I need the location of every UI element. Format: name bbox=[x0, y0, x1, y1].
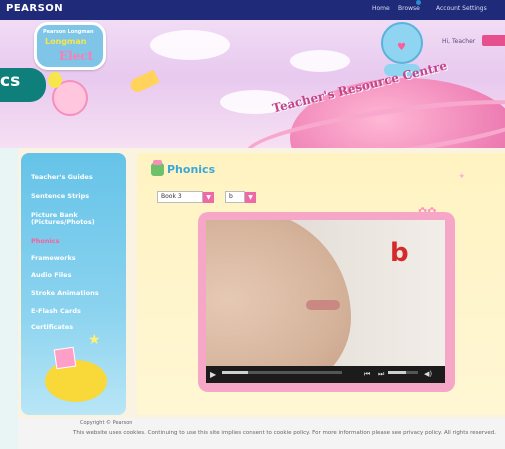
logo-longman-text: Longman bbox=[45, 37, 87, 46]
pink-mascot-icon bbox=[48, 72, 88, 116]
sidebar-item-stroke-animations[interactable]: Stroke Animations bbox=[31, 290, 99, 297]
star-icon: ★ bbox=[88, 332, 101, 348]
progress-bar[interactable] bbox=[222, 371, 342, 374]
letter-select[interactable]: b ▼ bbox=[225, 191, 256, 203]
forward-icon[interactable]: ⏭ bbox=[378, 370, 384, 379]
book-select[interactable]: Book 3 ▼ bbox=[157, 191, 214, 203]
gift-box-decoration bbox=[53, 346, 77, 370]
browse-link[interactable]: Browse bbox=[398, 5, 420, 12]
progress-fill bbox=[222, 371, 249, 374]
rocket-icon bbox=[128, 69, 160, 95]
logout-button[interactable] bbox=[482, 35, 505, 46]
chevron-down-icon[interactable]: ▼ bbox=[245, 192, 256, 203]
cloud-decoration bbox=[150, 30, 230, 60]
logo-publisher-text: Pearson Longman bbox=[43, 29, 94, 35]
logo-elect-text: Elect bbox=[59, 49, 94, 63]
section-tab-label: cs bbox=[0, 71, 21, 91]
volume-slider[interactable] bbox=[388, 371, 418, 374]
page-title: Phonics bbox=[167, 163, 216, 176]
video-letter: b bbox=[390, 238, 409, 268]
sidebar-item-picture-bank[interactable]: Picture Bank (Pictures/Photos) bbox=[31, 212, 111, 226]
sidebar-item-audio-files[interactable]: Audio Files bbox=[31, 272, 71, 279]
blue-mascot-icon: ♥ bbox=[381, 22, 423, 64]
footer-copyright: Copyright © Pearson bbox=[80, 420, 133, 426]
rewind-icon[interactable]: ⏮ bbox=[364, 370, 370, 379]
pearson-logo[interactable]: PEARSON bbox=[6, 3, 63, 14]
letter-select-value: b bbox=[229, 193, 233, 200]
chevron-down-icon[interactable]: ▼ bbox=[203, 192, 214, 203]
top-bar: PEARSON Home Browse Account Settings bbox=[0, 0, 505, 20]
home-link[interactable]: Home bbox=[372, 5, 390, 12]
sidebar-item-certificates[interactable]: Certificates bbox=[31, 324, 73, 331]
volume-fill bbox=[388, 371, 406, 374]
sidebar-item-phonics[interactable]: Phonics bbox=[31, 238, 59, 245]
sidebar-item-sentence-strips[interactable]: Sentence Strips bbox=[31, 193, 89, 200]
sidebar-item-e-flash-cards[interactable]: E-Flash Cards bbox=[31, 308, 81, 315]
face-video-content bbox=[206, 220, 351, 366]
heart-icon: ♥ bbox=[397, 42, 406, 53]
volume-icon[interactable]: ◀) bbox=[424, 370, 432, 378]
indicator-dot bbox=[416, 0, 421, 5]
longman-elect-logo[interactable]: Pearson Longman Longman Elect bbox=[34, 22, 106, 70]
footer-notice: This website uses cookies. Continuing to… bbox=[73, 430, 496, 436]
left-margin bbox=[0, 148, 18, 449]
sidebar-item-teachers-guides[interactable]: Teacher's Guides bbox=[31, 174, 93, 181]
account-settings-link[interactable]: Account Settings bbox=[436, 5, 487, 12]
cloud-decoration bbox=[290, 50, 350, 72]
play-icon[interactable]: ▶ bbox=[210, 370, 216, 379]
sparkle-icon: ✦ bbox=[458, 172, 466, 182]
video-controls: ▶ ⏮ ⏭ ◀) bbox=[206, 366, 445, 383]
lips-video-content bbox=[306, 300, 340, 310]
user-greeting: Hi, Teacher bbox=[442, 38, 476, 45]
book-select-value: Book 3 bbox=[161, 193, 182, 200]
video-player[interactable] bbox=[206, 220, 445, 366]
house-icon bbox=[151, 160, 164, 176]
section-tab: cs bbox=[0, 68, 46, 102]
sidebar-item-frameworks[interactable]: Frameworks bbox=[31, 255, 76, 262]
